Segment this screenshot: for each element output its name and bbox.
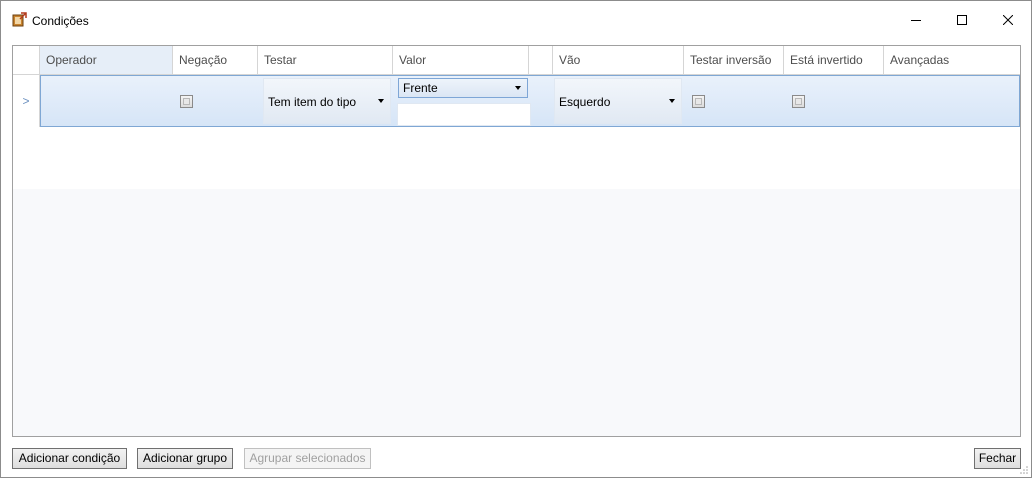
chevron-down-icon xyxy=(515,86,521,90)
row-indicator-arrow: > xyxy=(22,94,30,108)
column-header-blank[interactable] xyxy=(529,46,553,74)
column-header-esta-invertido[interactable]: Está invertido xyxy=(784,46,884,74)
app-icon xyxy=(12,12,27,27)
table-row[interactable]: > Tem item do tipo Frente Esquerdo xyxy=(13,75,1020,127)
column-header-operador[interactable]: Operador xyxy=(40,46,173,74)
valor-dropdown[interactable]: Frente xyxy=(398,78,528,98)
column-header-vao[interactable]: Vão xyxy=(553,46,684,74)
add-group-button[interactable]: Adicionar grupo xyxy=(137,448,233,469)
chevron-down-icon xyxy=(378,99,384,103)
minimize-button[interactable] xyxy=(893,1,939,39)
maximize-button[interactable] xyxy=(939,1,985,39)
cell-avancadas[interactable] xyxy=(885,76,1019,126)
column-header-valor[interactable]: Valor xyxy=(393,46,529,74)
maximize-icon xyxy=(957,15,967,25)
negacao-checkbox[interactable] xyxy=(180,95,193,108)
testar-dropdown[interactable]: Tem item do tipo xyxy=(263,78,391,124)
row-indicator[interactable]: > xyxy=(13,75,40,127)
close-icon xyxy=(1003,15,1013,25)
minimize-icon xyxy=(911,20,921,21)
close-button[interactable]: Fechar xyxy=(974,448,1021,469)
close-window-button[interactable] xyxy=(985,1,1031,39)
group-selected-button[interactable]: Agrupar selecionados xyxy=(244,448,371,469)
column-header-avancadas[interactable]: Avançadas xyxy=(884,46,1020,74)
esta-invertido-checkbox[interactable] xyxy=(792,95,805,108)
title-bar[interactable]: Condições xyxy=(1,1,1031,39)
testar-value: Tem item do tipo xyxy=(268,95,357,109)
column-header-testar-inversao[interactable]: Testar inversão xyxy=(684,46,784,74)
vao-value: Esquerdo xyxy=(559,95,611,109)
resize-grip-icon[interactable] xyxy=(1020,466,1028,474)
column-header-negacao[interactable]: Negação xyxy=(173,46,258,74)
conditions-grid[interactable]: Operador Negação Testar Valor Vão Testar… xyxy=(12,45,1021,437)
row-cells: Tem item do tipo Frente Esquerdo xyxy=(40,75,1020,127)
valor-value: Frente xyxy=(403,81,438,95)
grid-header-row: Operador Negação Testar Valor Vão Testar… xyxy=(13,46,1020,75)
column-header-testar[interactable]: Testar xyxy=(258,46,393,74)
add-condition-button[interactable]: Adicionar condição xyxy=(12,448,127,469)
valor-text-input[interactable] xyxy=(397,103,531,126)
cell-operador[interactable] xyxy=(41,76,173,126)
vao-dropdown[interactable]: Esquerdo xyxy=(554,78,682,124)
conditions-window: Condições Operador Negação Testar Valor … xyxy=(0,0,1032,478)
window-title: Condições xyxy=(32,14,89,28)
row-header-corner xyxy=(13,46,40,74)
testar-inversao-checkbox[interactable] xyxy=(692,95,705,108)
chevron-down-icon xyxy=(669,99,675,103)
